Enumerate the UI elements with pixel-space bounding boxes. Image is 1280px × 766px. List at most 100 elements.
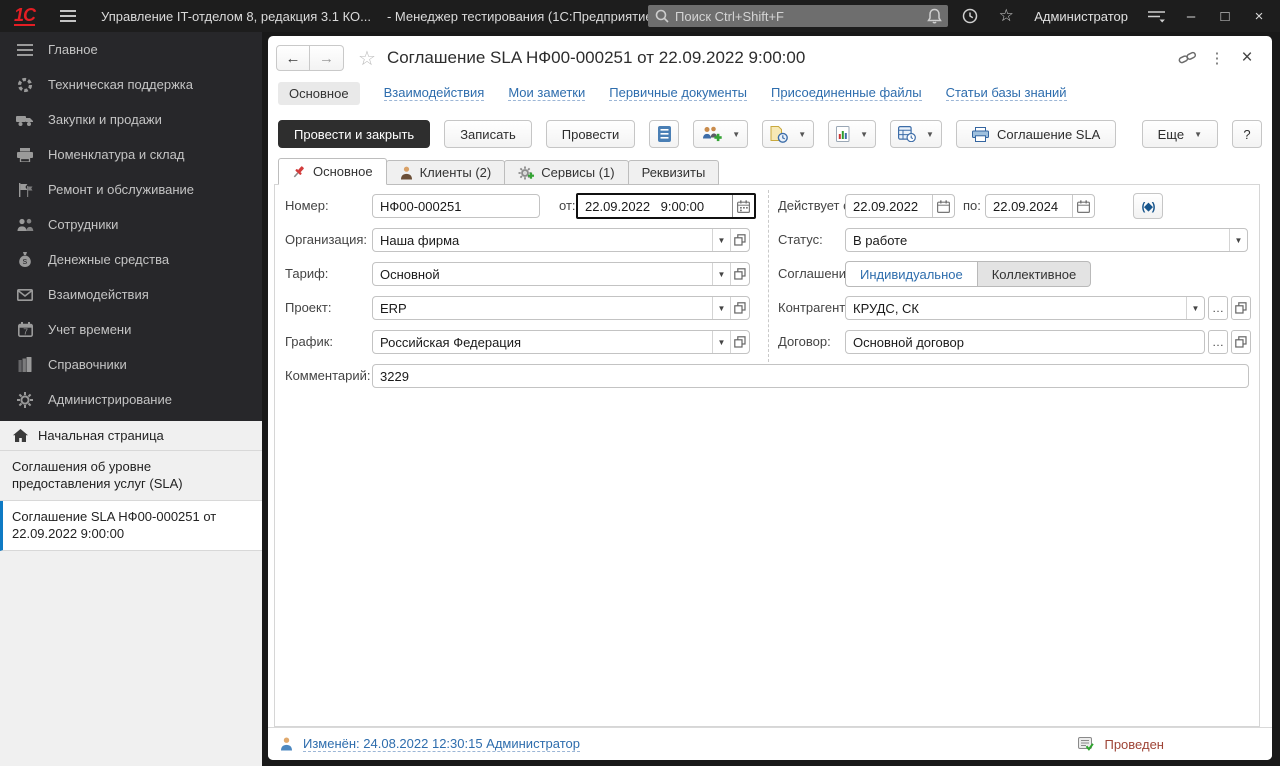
post-button[interactable]: Провести bbox=[546, 120, 636, 148]
favorites-star-icon[interactable]: ☆ bbox=[988, 0, 1024, 32]
counterparty-open-button[interactable] bbox=[1231, 296, 1251, 320]
open-tab-sla-list[interactable]: Соглашения об уровне предоставления услу… bbox=[0, 451, 262, 501]
home-page-tab[interactable]: Начальная страница bbox=[0, 421, 262, 451]
dropdown-caret-icon[interactable]: ▼ bbox=[712, 297, 730, 319]
tab-services[interactable]: Сервисы (1) bbox=[504, 160, 628, 185]
valid-to-field[interactable]: 22.09.2024 bbox=[985, 194, 1095, 218]
contract-field[interactable]: Основной договор bbox=[845, 330, 1205, 354]
counterparty-choose-button[interactable]: … bbox=[1208, 296, 1228, 320]
sidebar-item-repair[interactable]: Ремонт и обслуживание bbox=[0, 172, 262, 207]
get-link-icon[interactable] bbox=[1172, 51, 1202, 66]
main-menu-icon[interactable] bbox=[59, 9, 77, 23]
sidebar-item-support[interactable]: Техническая поддержка bbox=[0, 67, 262, 102]
counterparty-field[interactable]: КРУДС, СК ▼ bbox=[845, 296, 1205, 320]
sidebar-item-employees[interactable]: Сотрудники bbox=[0, 207, 262, 242]
app-title: Управление IT-отделом 8, редакция 3.1 КО… bbox=[101, 9, 371, 24]
history-icon[interactable] bbox=[952, 0, 988, 32]
sidebar-item-catalogs[interactable]: Справочники bbox=[0, 347, 262, 382]
tariff-field[interactable]: Основной ▼ bbox=[372, 262, 750, 286]
save-button[interactable]: Записать bbox=[444, 120, 532, 148]
open-item-icon[interactable] bbox=[730, 229, 749, 251]
truck-icon bbox=[15, 113, 35, 127]
more-button[interactable]: Еще ▼ bbox=[1142, 120, 1218, 148]
dropdown-caret-icon[interactable]: ▼ bbox=[1229, 229, 1247, 251]
organization-field[interactable]: Наша фирма ▼ bbox=[372, 228, 750, 252]
forward-button[interactable]: → bbox=[310, 45, 344, 71]
search-input[interactable] bbox=[675, 9, 941, 24]
calendar-picker-icon[interactable] bbox=[732, 195, 754, 217]
tab-main[interactable]: Основное bbox=[278, 158, 387, 185]
help-button[interactable]: ? bbox=[1232, 120, 1262, 148]
register-records-button[interactable] bbox=[649, 120, 679, 148]
nav-primary-documents[interactable]: Первичные документы bbox=[609, 85, 747, 101]
reports-button[interactable]: ▼ bbox=[828, 120, 876, 148]
notifications-bell-icon[interactable] bbox=[916, 0, 952, 32]
open-item-icon[interactable] bbox=[730, 263, 749, 285]
calendar-picker-icon[interactable] bbox=[1072, 195, 1094, 217]
main-area: ← → ☆ Соглашение SLA НФ00-000251 от 22.0… bbox=[262, 32, 1280, 766]
home-icon bbox=[13, 429, 28, 442]
current-user[interactable]: Администратор bbox=[1024, 9, 1138, 24]
number-label: Номер: bbox=[285, 194, 329, 218]
sidebar-item-money[interactable]: s Денежные средства bbox=[0, 242, 262, 277]
sidebar-item-administration[interactable]: Администрирование bbox=[0, 382, 262, 417]
planning-button[interactable]: ▼ bbox=[890, 120, 942, 148]
create-task-button[interactable]: ▼ bbox=[762, 120, 814, 148]
dropdown-caret-icon[interactable]: ▼ bbox=[712, 229, 730, 251]
status-field[interactable]: В работе ▼ bbox=[845, 228, 1248, 252]
nav-my-notes[interactable]: Мои заметки bbox=[508, 85, 585, 101]
minimize-button[interactable]: – bbox=[1174, 0, 1208, 32]
tab-clients[interactable]: Клиенты (2) bbox=[386, 160, 506, 185]
schedule-field[interactable]: Российская Федерация ▼ bbox=[372, 330, 750, 354]
period-picker-button[interactable]: (◆) bbox=[1133, 193, 1163, 219]
contract-open-button[interactable] bbox=[1231, 330, 1251, 354]
valid-from-field[interactable]: 22.09.2022 bbox=[845, 194, 955, 218]
nav-attached-files[interactable]: Присоединенные файлы bbox=[771, 85, 922, 101]
nav-interactions[interactable]: Взаимодействия bbox=[384, 85, 485, 101]
toggle-individual[interactable]: Индивидуальное bbox=[845, 261, 978, 287]
print-sla-button[interactable]: Соглашение SLA bbox=[956, 120, 1116, 148]
number-field[interactable]: НФ00-000251 bbox=[372, 194, 540, 218]
date-field[interactable]: 22.09.2022 9:00:00 bbox=[576, 193, 756, 219]
sidebar-item-main[interactable]: Главное bbox=[0, 32, 262, 67]
nav-kb-articles[interactable]: Статьи базы знаний bbox=[946, 85, 1067, 101]
dropdown-caret-icon[interactable]: ▼ bbox=[1186, 297, 1204, 319]
sidebar-item-nomenclature[interactable]: Номенклатура и склад bbox=[0, 137, 262, 172]
maximize-button[interactable]: □ bbox=[1208, 0, 1242, 32]
calendar-picker-icon[interactable] bbox=[932, 195, 954, 217]
sidebar-item-time[interactable]: 7 Учет времени bbox=[0, 312, 262, 347]
posted-status: Проведен bbox=[1104, 737, 1164, 752]
open-tab-sla-document[interactable]: Соглашение SLA НФ00-000251 от 22.09.2022… bbox=[0, 501, 262, 551]
dropdown-caret-icon: ▼ bbox=[926, 130, 934, 139]
global-search[interactable] bbox=[648, 5, 948, 27]
dropdown-caret-icon: ▼ bbox=[860, 130, 868, 139]
toggle-collective[interactable]: Коллективное bbox=[978, 261, 1092, 287]
contract-choose-button[interactable]: … bbox=[1208, 330, 1228, 354]
favorite-star-icon[interactable]: ☆ bbox=[358, 46, 376, 71]
services-icon bbox=[518, 165, 534, 180]
dropdown-caret-icon[interactable]: ▼ bbox=[712, 331, 730, 353]
search-icon bbox=[655, 9, 669, 23]
modified-link[interactable]: Изменён: 24.08.2022 12:30:15 Администрат… bbox=[303, 736, 580, 752]
project-field[interactable]: ERP ▼ bbox=[372, 296, 750, 320]
document-toolbar: Провести и закрыть Записать Провести ▼ ▼… bbox=[278, 119, 1262, 149]
sidebar-item-purchases[interactable]: Закупки и продажи bbox=[0, 102, 262, 137]
post-and-close-button[interactable]: Провести и закрыть bbox=[278, 120, 430, 148]
close-window-button[interactable]: × bbox=[1242, 0, 1276, 32]
tab-requisites[interactable]: Реквизиты bbox=[628, 160, 720, 185]
open-item-icon[interactable] bbox=[730, 297, 749, 319]
open-item-icon[interactable] bbox=[730, 331, 749, 353]
close-document-icon[interactable]: × bbox=[1232, 47, 1262, 69]
sidebar-item-interactions[interactable]: Взаимодействия bbox=[0, 277, 262, 312]
nav-main[interactable]: Основное bbox=[278, 82, 360, 105]
sla-document-form: ← → ☆ Соглашение SLA НФ00-000251 от 22.0… bbox=[268, 36, 1272, 760]
dropdown-caret-icon[interactable]: ▼ bbox=[712, 263, 730, 285]
more-menu-icon[interactable]: ⋮ bbox=[1202, 49, 1232, 67]
document-clock-icon bbox=[770, 126, 788, 143]
back-button[interactable]: ← bbox=[276, 45, 310, 71]
add-client-button[interactable]: ▼ bbox=[693, 120, 748, 148]
comment-field[interactable]: 3229 bbox=[372, 364, 1249, 388]
service-settings-icon[interactable] bbox=[1138, 0, 1174, 32]
add-people-icon bbox=[701, 126, 722, 142]
date-label: от: bbox=[559, 194, 576, 218]
